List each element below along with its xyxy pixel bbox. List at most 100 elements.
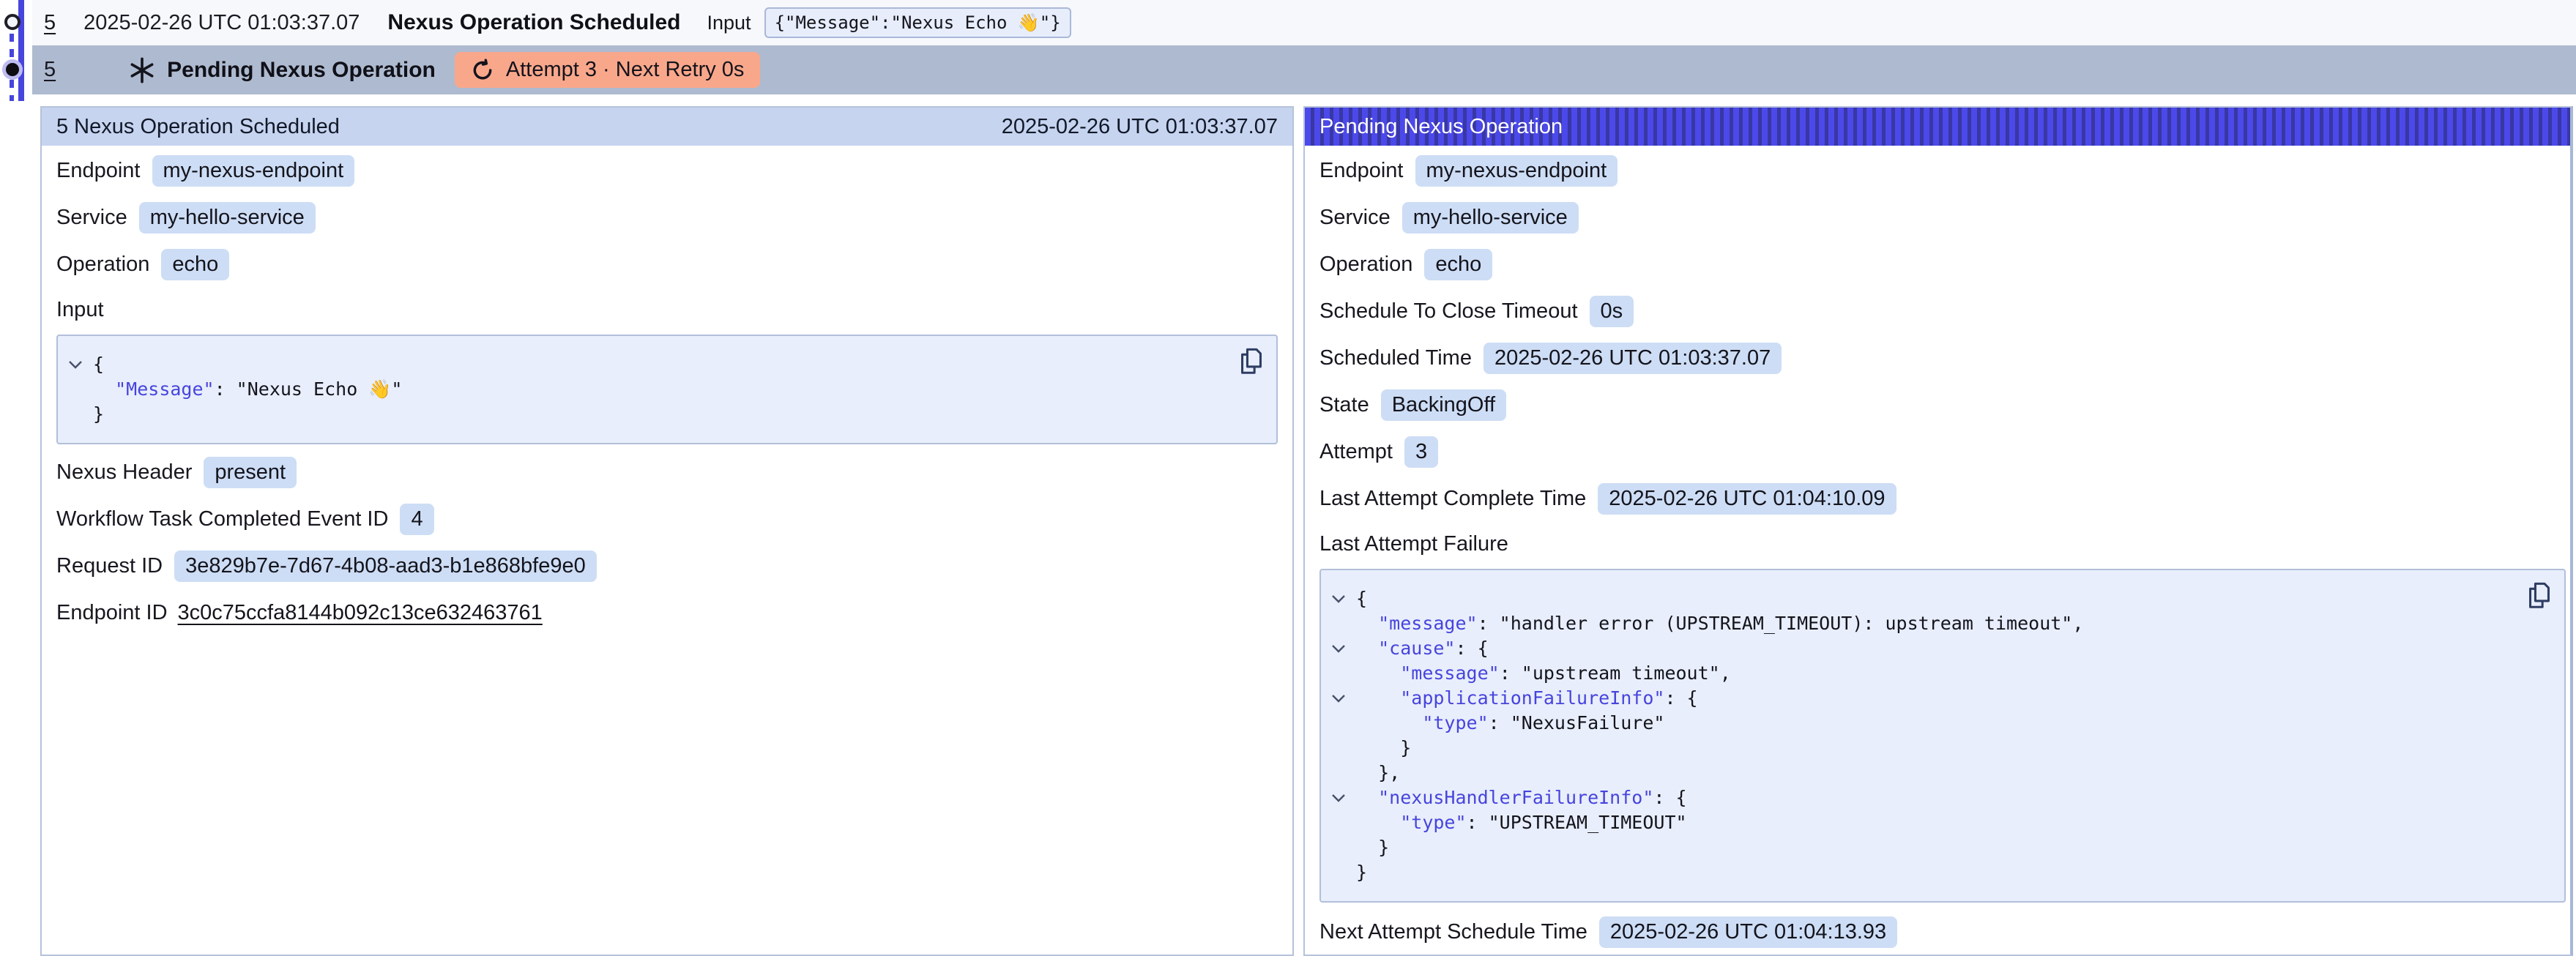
json-line: } [1331,835,2547,860]
timeline-marker-filled-icon [6,63,19,76]
detail-value-link[interactable]: 3c0c75ccfa8144b092c13ce632463761 [178,601,543,625]
detail-value-badge: BackingOff [1381,389,1506,421]
event-id-link[interactable]: 5 [44,58,56,82]
json-line: } [1331,860,2547,885]
detail-row-last-attempt-complete-time: Last Attempt Complete Time 2025-02-26 UTC… [1319,482,2566,515]
detail-row-next-attempt-schedule-time: Next Attempt Schedule Time 2025-02-26 UTC… [1319,916,2566,948]
event-title: Nexus Operation Scheduled [387,10,680,35]
detail-value-badge: present [204,457,297,488]
detail-value-badge: my-hello-service [139,202,316,234]
detail-value-badge: 3 [1404,436,1438,468]
detail-row-operation: Operation echo [56,248,1278,280]
json-line: "applicationFailureInfo": { [1331,686,2547,711]
timeline-gutter [0,0,32,110]
detail-row-state: State BackingOff [1319,389,2566,421]
copy-button[interactable] [1238,346,1265,377]
detail-row-nexus-header: Nexus Header present [56,456,1278,488]
event-input-label: Input [707,12,751,34]
detail-label: Next Attempt Schedule Time [1319,920,1587,944]
detail-label: Service [1319,206,1391,230]
event-input-preview-badge: {"Message":"Nexus Echo 👋"} [764,7,1071,38]
detail-label: Schedule To Close Timeout [1319,299,1578,324]
detail-value-badge: my-hello-service [1402,202,1579,234]
event-id-link[interactable]: 5 [44,11,56,35]
retry-icon [471,59,494,82]
collapse-chevron-icon[interactable] [1331,594,1356,603]
detail-label: Request ID [56,554,163,578]
detail-row-service: Service my-hello-service [56,201,1278,234]
copy-button[interactable] [2526,580,2553,611]
json-line: "type": "NexusFailure" [1331,711,2547,736]
detail-label: Workflow Task Completed Event ID [56,507,388,531]
detail-row-endpoint: Endpoint my-nexus-endpoint [1319,154,2566,187]
detail-value-badge: 4 [400,504,433,535]
detail-label: Scheduled Time [1319,346,1472,370]
json-line: "Message": "Nexus Echo 👋" [68,377,1259,402]
timeline-marker-open-icon [4,14,21,30]
detail-label: Operation [56,253,149,277]
collapse-chevron-icon[interactable] [1331,793,1356,802]
detail-rows-group: Next Attempt Schedule Time 2025-02-26 UTC… [1319,916,2566,948]
detail-value-badge: my-nexus-endpoint [152,155,355,187]
detail-value-badge: echo [1424,249,1492,280]
nexus-operation-asterisk-icon [129,57,155,83]
copy-icon [1238,346,1265,377]
detail-label: Endpoint [1319,159,1404,183]
json-line: } [1331,736,2547,761]
detail-rows-group: Endpoint my-nexus-endpoint Service my-hello… [56,154,1278,280]
collapse-chevron-icon[interactable] [1331,644,1356,653]
detail-label: Endpoint [56,159,141,183]
detail-label: Nexus Header [56,460,192,485]
json-line: "nexusHandlerFailureInfo": { [1331,785,2547,810]
detail-row-operation: Operation echo [1319,248,2566,280]
detail-value-badge: my-nexus-endpoint [1415,155,1618,187]
detail-label: Last Attempt Complete Time [1319,487,1586,511]
detail-value-badge: 2025-02-26 UTC 01:04:13.93 [1599,916,1897,948]
detail-value-badge: 2025-02-26 UTC 01:03:37.07 [1484,343,1782,374]
collapse-chevron-icon[interactable] [1331,694,1356,703]
detail-label: Operation [1319,253,1412,277]
event-detail-panel-header: 5 Nexus Operation Scheduled 2025-02-26 U… [42,108,1292,146]
detail-row-endpoint-id: Endpoint ID 3c0c75ccfa8144b092c13ce632463… [56,597,1278,629]
detail-row-request-id: Request ID 3e829b7e-7d67-4b08-aad3-b1e868… [56,550,1278,582]
detail-label: Endpoint ID [56,601,168,625]
panel-timestamp: 2025-02-26 UTC 01:03:37.07 [1002,115,1278,139]
json-line: "type": "UPSTREAM_TIMEOUT" [1331,810,2547,835]
detail-rows-group: Endpoint my-nexus-endpoint Service my-hello… [1319,154,2566,515]
json-line: "message": "handler error (UPSTREAM_TIME… [1331,611,2547,636]
json-line: "message": "upstream timeout", [1331,661,2547,686]
copy-icon [2526,580,2553,611]
detail-row-workflow-task-completed-event-id: Workflow Task Completed Event ID 4 [56,503,1278,535]
detail-value-badge: 0s [1590,296,1634,327]
detail-value-badge: 3e829b7e-7d67-4b08-aad3-b1e868bfe9e0 [174,550,597,582]
detail-value-badge: echo [161,249,229,280]
json-line: "cause": { [1331,636,2547,661]
event-row-pending[interactable]: 5 Pending Nexus Operation Attempt 3 · Ne… [32,45,2576,94]
detail-row-service: Service my-hello-service [1319,201,2566,234]
detail-label: Attempt [1319,440,1393,464]
input-json-block: { "Message": "Nexus Echo 👋"} [56,335,1278,444]
event-detail-panel: 5 Nexus Operation Scheduled 2025-02-26 U… [40,106,1294,956]
detail-rows-group: Nexus Header present Workflow Task Complet… [56,456,1278,629]
event-timestamp: 2025-02-26 UTC 01:03:37.07 [83,11,360,35]
json-line: { [68,352,1259,377]
json-line: { [1331,586,2547,611]
failure-group-label: Last Attempt Failure [1319,529,2566,559]
detail-row-attempt: Attempt 3 [1319,436,2566,468]
pending-operation-panel-header: Pending Nexus Operation [1305,108,2570,146]
failure-json-block: { "message": "handler error (UPSTREAM_TI… [1319,569,2566,903]
detail-value-badge: 2025-02-26 UTC 01:04:10.09 [1598,483,1896,515]
json-line: }, [1331,761,2547,785]
pending-operation-panel: Pending Nexus Operation Endpoint my-nexus… [1303,106,2573,956]
collapse-chevron-icon[interactable] [68,360,93,369]
panel-title: Pending Nexus Operation [1319,115,1563,139]
attempt-badge-label: Attempt 3 · Next Retry 0s [506,58,745,82]
detail-label: State [1319,393,1369,417]
event-row-scheduled[interactable]: 5 2025-02-26 UTC 01:03:37.07 Nexus Opera… [32,0,2576,45]
detail-label: Service [56,206,127,230]
panel-title: 5 Nexus Operation Scheduled [56,115,340,139]
detail-row-scheduled-time: Scheduled Time 2025-02-26 UTC 01:03:37.07 [1319,342,2566,374]
pending-operation-title: Pending Nexus Operation [167,58,436,83]
detail-row-schedule-to-close-timeout: Schedule To Close Timeout 0s [1319,295,2566,327]
json-line: } [68,402,1259,427]
